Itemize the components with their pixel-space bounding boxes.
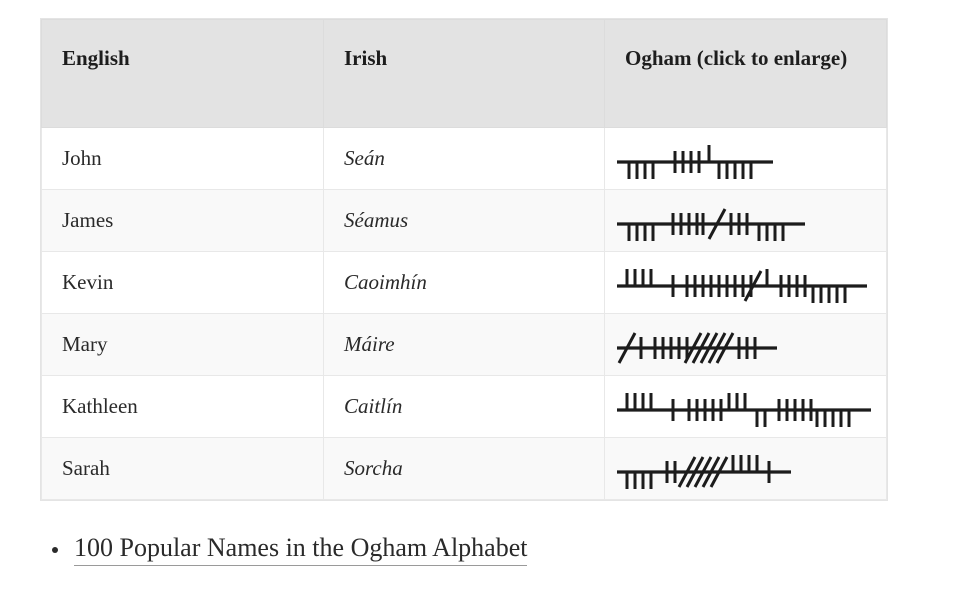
cell-english: John	[41, 127, 324, 190]
cell-irish: Caoimhín	[323, 251, 605, 314]
cell-ogham-image[interactable]	[604, 437, 887, 500]
table-row: John Seán	[41, 127, 887, 190]
cell-ogham-image[interactable]	[604, 375, 887, 438]
cell-irish: Máire	[323, 313, 605, 376]
cell-english: Kevin	[41, 251, 324, 314]
column-header-irish: Irish	[323, 19, 605, 128]
cell-english: Sarah	[41, 437, 324, 500]
table-row: Kevin Caoimhín	[41, 251, 887, 314]
table-header-row: English Irish Ogham (click to enlarge)	[41, 19, 887, 128]
cell-english: James	[41, 189, 324, 252]
cell-ogham-image[interactable]	[604, 251, 887, 314]
table-row: Mary Máire	[41, 313, 887, 376]
popular-names-link[interactable]: 100 Popular Names in the Ogham Alphabet	[74, 533, 528, 566]
cell-irish: Sorcha	[323, 437, 605, 500]
cell-irish: Seán	[323, 127, 605, 190]
cell-ogham-image[interactable]	[604, 189, 887, 252]
table-row: Kathleen Caitlín	[41, 375, 887, 438]
cell-ogham-image[interactable]	[604, 127, 887, 190]
table-head: English Irish Ogham (click to enlarge)	[41, 19, 887, 128]
cell-ogham-image[interactable]	[604, 313, 887, 376]
column-header-ogham: Ogham (click to enlarge)	[604, 19, 887, 128]
list-item: 100 Popular Names in the Ogham Alphabet	[51, 531, 528, 566]
cell-irish: Caitlín	[323, 375, 605, 438]
ogham-names-table: English Irish Ogham (click to enlarge) J…	[41, 19, 887, 500]
table-body: John Seán James Séamus Kevin Caoimhín Mary Máir…	[41, 127, 887, 500]
cell-irish: Séamus	[323, 189, 605, 252]
related-links-list: 100 Popular Names in the Ogham Alphabet	[40, 531, 528, 566]
column-header-english: English	[41, 19, 324, 128]
cell-english: Mary	[41, 313, 324, 376]
page-root: English Irish Ogham (click to enlarge) J…	[0, 0, 960, 613]
table-row: James Séamus	[41, 189, 887, 252]
cell-english: Kathleen	[41, 375, 324, 438]
table-row: Sarah Sorcha	[41, 437, 887, 500]
